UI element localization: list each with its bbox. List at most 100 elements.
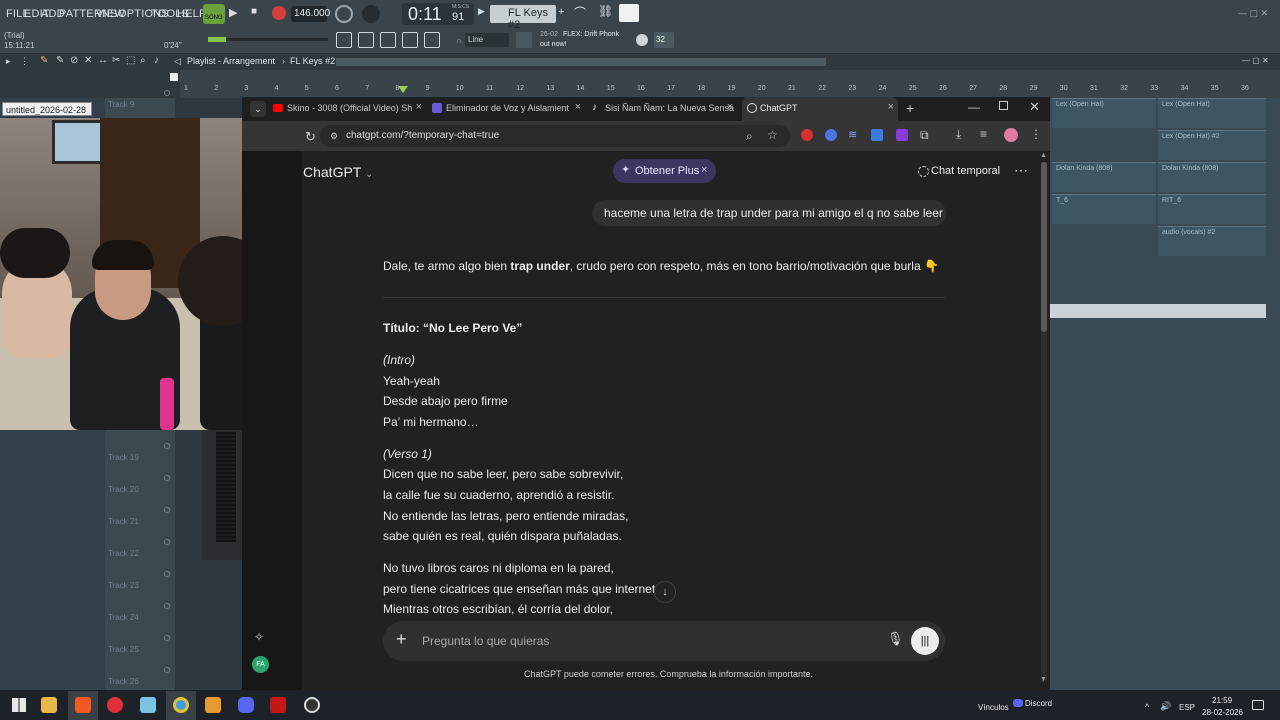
reload-icon[interactable]: ↻ — [305, 129, 321, 145]
track-mute-led[interactable] — [164, 667, 170, 673]
track-name[interactable]: Track 20 — [108, 485, 139, 494]
slice-icon[interactable]: ✂ — [112, 55, 120, 66]
track-mute-led[interactable] — [164, 443, 170, 449]
close-icon[interactable]: × — [727, 101, 733, 113]
horizontal-scrollbar[interactable] — [336, 58, 826, 66]
language-indicator[interactable]: ESP — [1179, 703, 1195, 712]
speaker-icon[interactable]: ♪ — [154, 55, 159, 66]
site-info-icon[interactable]: ⚙ — [330, 131, 340, 141]
track-name[interactable]: Track 9 — [108, 100, 134, 109]
playlist-clip[interactable]: Lex (Open Hat) — [1158, 98, 1266, 128]
track-mute-led[interactable] — [164, 507, 170, 513]
keyboard-icon[interactable] — [619, 4, 639, 22]
url-text[interactable]: chatgpt.com/?temporary-chat=true — [346, 130, 499, 141]
brave-icon[interactable] — [75, 697, 91, 713]
tab-youtube[interactable]: Skino - 3008 (Official Video) Sh × — [269, 97, 426, 121]
piano-roll-icon[interactable] — [358, 32, 374, 48]
add-pattern-icon[interactable]: + — [558, 6, 570, 20]
master-volume-knob[interactable] — [362, 5, 380, 23]
media-icon[interactable]: ≡ — [980, 127, 987, 141]
user-avatar[interactable]: FA — [252, 656, 269, 673]
song-mode-toggle[interactable]: SONG — [203, 4, 225, 24]
extension-wave-icon[interactable]: ≋ — [848, 128, 857, 141]
file-explorer-icon[interactable] — [41, 697, 57, 713]
zoom-icon[interactable]: ⌕ — [746, 129, 753, 144]
microphone-icon[interactable]: 🎙 — [887, 631, 904, 647]
minimize-icon[interactable]: — — [968, 100, 980, 114]
prompt-composer[interactable]: + Pregunta lo que quieras 🎙 ||| — [383, 621, 945, 661]
discord-icon[interactable] — [238, 697, 254, 713]
scroll-down-button[interactable]: ↓ — [654, 581, 676, 603]
gear-icon[interactable] — [636, 34, 648, 46]
track-mute-led[interactable] — [164, 539, 170, 545]
media-player-icon[interactable] — [107, 697, 123, 713]
delete-icon[interactable]: ⊘ — [70, 55, 78, 66]
window-close-icon[interactable]: ✕ — [1029, 99, 1040, 115]
snap-toggle-icon[interactable] — [170, 73, 178, 81]
track-name[interactable]: Track 26 — [108, 677, 139, 686]
scroll-down-arrow[interactable]: ▼ — [1040, 676, 1047, 683]
chrome-menu-icon[interactable]: ⋮ — [1030, 127, 1042, 141]
sparkle-icon[interactable]: ✧ — [254, 630, 264, 644]
tab-voice-remover[interactable]: Eliminador de Voz y Aislamient × — [428, 97, 585, 121]
extension-purple-icon[interactable] — [896, 129, 908, 141]
attach-plus-icon[interactable]: + — [396, 629, 407, 650]
brush-icon[interactable]: ✎ — [56, 55, 64, 66]
tab-tiktok[interactable]: ♪ Sisi Ñam Ñam: La Nueva Sensa × — [587, 97, 737, 121]
prompt-input[interactable]: Pregunta lo que quieras — [422, 634, 549, 648]
get-plus-button[interactable]: ✦ Obtener Plus × — [613, 159, 716, 183]
cart-icon[interactable] — [516, 32, 532, 48]
stop-icon[interactable]: ■ — [251, 6, 263, 18]
track-mute-led[interactable] — [164, 635, 170, 641]
tempo-display[interactable]: 146.000 — [291, 6, 330, 22]
clock-time[interactable]: 21:59 — [1212, 696, 1232, 705]
voicemeeter-icon[interactable] — [270, 697, 286, 713]
notes-icon[interactable] — [140, 697, 156, 713]
link-icon[interactable]: ⛓ — [598, 4, 616, 22]
timeline-ruler[interactable]: 1 2 3 4 5 6 7 8 9 10 11 12 13 14 15 16 17 18 19 20 21 22 23 24 2… — [0, 70, 1280, 98]
voice-mode-icon[interactable]: ||| — [911, 627, 939, 655]
scroll-up-arrow[interactable]: ▲ — [1040, 152, 1047, 159]
track-name[interactable]: Track 21 — [108, 517, 139, 526]
track-name[interactable]: Track 25 — [108, 645, 139, 654]
track-name[interactable]: Track 19 — [108, 453, 139, 462]
arrow-icon[interactable]: ▸ — [6, 56, 11, 67]
snap-selector[interactable]: Line — [465, 33, 509, 47]
track-mute-led[interactable] — [164, 90, 170, 96]
metronome-icon[interactable] — [335, 5, 353, 23]
select-icon[interactable]: ⬚ — [126, 55, 135, 66]
maximize-icon[interactable] — [999, 101, 1008, 110]
mute-icon[interactable]: ✕ — [84, 55, 92, 66]
tray-chevron-icon[interactable]: ^ — [1145, 702, 1149, 712]
start-icon[interactable] — [12, 698, 26, 712]
playlist-clip[interactable]: RIT_6 — [1158, 194, 1266, 224]
playlist-clip[interactable]: Dolan Kinda (808) — [1052, 162, 1156, 192]
translate-icon[interactable] — [871, 129, 883, 141]
discord-label[interactable]: Discord — [1025, 699, 1052, 708]
chrome-icon[interactable] — [173, 697, 189, 713]
view-buttons[interactable] — [336, 32, 446, 50]
scrollbar-thumb[interactable] — [1041, 162, 1047, 332]
extensions-puzzle-icon[interactable]: ⧉ — [920, 128, 929, 143]
close-icon[interactable]: × — [416, 101, 422, 113]
extension-red-icon[interactable] — [801, 129, 813, 141]
obs-icon[interactable] — [304, 697, 320, 713]
track-name[interactable]: Track 24 — [108, 613, 139, 622]
playlist-icon[interactable] — [336, 32, 352, 48]
playlist-clip[interactable]: Lex (Open Hat) — [1052, 98, 1156, 128]
close-plus-icon[interactable]: × — [701, 164, 707, 176]
extension-blue-icon[interactable] — [825, 129, 837, 141]
playlist-clip[interactable]: Dolan Kinda (808) — [1158, 162, 1266, 192]
pattern-selector[interactable]: FL Keys #2 — [490, 5, 556, 31]
channel-rack-icon[interactable] — [380, 32, 396, 48]
mixer-icon[interactable] — [402, 32, 418, 48]
notifications-icon[interactable] — [1252, 700, 1264, 710]
pencil-icon[interactable]: ✎ — [40, 55, 48, 66]
back-icon[interactable]: ◁ — [174, 56, 181, 67]
bookmark-star-icon[interactable]: ☆ — [767, 128, 778, 142]
fl-studio-icon[interactable] — [205, 697, 221, 713]
links-toolbar[interactable]: Vínculos — [978, 703, 1009, 712]
track-name[interactable]: Track 23 — [108, 581, 139, 590]
close-icon[interactable]: × — [575, 101, 581, 113]
track-mute-led[interactable] — [164, 475, 170, 481]
